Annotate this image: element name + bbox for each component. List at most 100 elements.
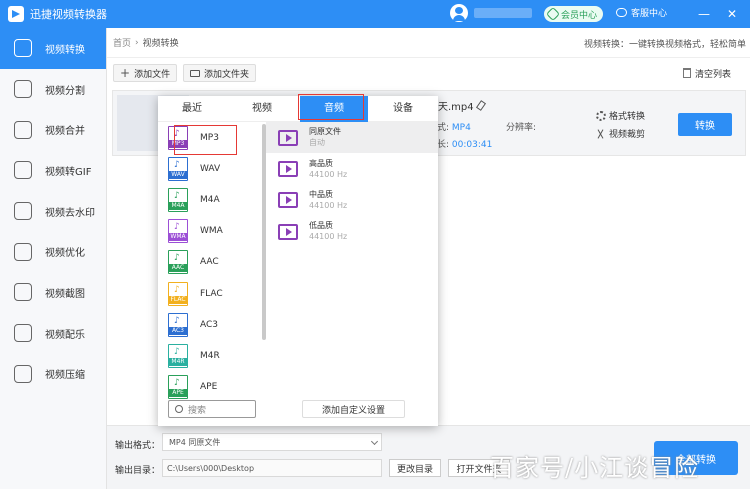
format-label: APE xyxy=(200,382,218,393)
video-crop-label: 视频裁剪 xyxy=(609,130,646,140)
toolbar: + 添加文件 添加文件夹 清空列表 xyxy=(107,58,750,87)
folder-icon xyxy=(190,69,200,77)
tab-recent[interactable]: 最近 xyxy=(162,96,222,122)
gear-icon xyxy=(596,110,606,121)
quality-item[interactable]: 低品质 44100 Hz xyxy=(266,216,438,247)
video-file-icon xyxy=(278,223,298,240)
sidebar-item-label: 视频转GIF xyxy=(45,166,92,178)
search-icon xyxy=(175,405,183,413)
clear-list-button[interactable]: 清空列表 xyxy=(677,64,737,82)
add-custom-setting-button[interactable]: 添加自定义设置 xyxy=(302,400,405,418)
app-logo-icon xyxy=(8,6,24,22)
highlight-audio-tab xyxy=(298,94,364,120)
output-format-value: MP4 同原文件 xyxy=(169,437,221,447)
feature-tip: 视频转换：一键转换视频格式，轻松简单 xyxy=(583,40,746,50)
quality-item[interactable]: 中品质 44100 Hz xyxy=(266,185,438,216)
sidebar-item-video-convert[interactable]: 视频转换 xyxy=(0,28,106,69)
sidebar-item-label: 视频截图 xyxy=(45,288,85,300)
clear-list-label: 清空列表 xyxy=(695,69,732,80)
music-icon xyxy=(14,324,32,343)
merge-icon xyxy=(14,120,32,139)
convert-icon xyxy=(14,39,32,58)
format-label: WMA xyxy=(200,226,223,237)
audio-file-icon: ♪ M4R xyxy=(168,343,188,368)
video-file-icon xyxy=(278,129,298,146)
scissors-icon xyxy=(596,129,606,139)
tab-device[interactable]: 设备 xyxy=(373,96,433,122)
highlight-mp3-item xyxy=(174,125,237,155)
format-value: MP4 xyxy=(451,123,471,133)
tab-video[interactable]: 视频 xyxy=(232,96,292,122)
minimize-button[interactable]: — xyxy=(694,4,714,24)
app-title: 迅捷视频转换器 xyxy=(30,8,107,21)
format-item-flac[interactable]: ♪ FLAC FLAC xyxy=(158,278,265,309)
customer-service-button[interactable]: 客服中心 xyxy=(616,6,667,19)
format-item-ac3[interactable]: ♪ AC3 AC3 xyxy=(158,309,265,340)
sidebar-item-label: 视频合并 xyxy=(45,126,85,138)
quality-item[interactable]: 同原文件 自动 xyxy=(266,122,438,154)
split-icon xyxy=(14,80,32,99)
quality-item[interactable]: 高品质 44100 Hz xyxy=(266,153,438,184)
quality-name: 中品质 xyxy=(309,189,333,199)
sidebar-item-video-music[interactable]: 视频配乐 xyxy=(0,313,106,354)
audio-file-icon: ♪ FLAC xyxy=(168,281,188,306)
sidebar-item-video-split[interactable]: 视频分割 xyxy=(0,69,106,110)
duration-value: 00:03:41 xyxy=(451,140,493,150)
format-item-wma[interactable]: ♪ WMA WMA xyxy=(158,216,265,247)
add-file-label: 添加文件 xyxy=(134,69,171,80)
format-label: M4R xyxy=(200,350,220,361)
avatar-icon[interactable] xyxy=(450,4,468,22)
sidebar-item-video-compress[interactable]: 视频压缩 xyxy=(0,354,106,395)
sidebar-item-video-optimize[interactable]: 视频优化 xyxy=(0,231,106,272)
title-bar: 迅捷视频转换器 会员中心 客服中心 — ✕ xyxy=(0,0,750,28)
plus-icon: + xyxy=(120,66,131,80)
sidebar-item-label: 视频转换 xyxy=(45,44,85,56)
close-button[interactable]: ✕ xyxy=(722,4,742,24)
vip-center-label: 会员中心 xyxy=(561,10,598,21)
format-item-m4a[interactable]: ♪ M4A M4A xyxy=(158,184,265,215)
format-label: AAC xyxy=(200,257,219,268)
audio-file-icon: ♪ M4A xyxy=(168,187,188,212)
format-label: M4A xyxy=(200,194,220,205)
compress-icon xyxy=(14,364,32,383)
format-item-ape[interactable]: ♪ APE APE xyxy=(158,372,265,403)
add-folder-label: 添加文件夹 xyxy=(204,69,250,80)
video-file-icon xyxy=(278,192,298,209)
format-convert-option[interactable]: 格式转换 xyxy=(596,109,645,122)
output-format-select[interactable]: MP4 同原文件 xyxy=(162,433,382,451)
quality-detail: 44100 Hz xyxy=(309,200,348,210)
quality-detail: 44100 Hz xyxy=(309,232,348,242)
format-item-m4r[interactable]: ♪ M4R M4R xyxy=(158,340,265,371)
user-account[interactable] xyxy=(450,4,532,22)
audio-file-icon: ♪ WMA xyxy=(168,219,188,244)
breadcrumb-home[interactable]: 首页 xyxy=(113,36,131,49)
sidebar-item-video-merge[interactable]: 视频合并 xyxy=(0,109,106,150)
sidebar-item-label: 视频分割 xyxy=(45,85,85,97)
convert-button[interactable]: 转换 xyxy=(678,113,732,136)
gif-icon xyxy=(14,161,32,180)
chevron-down-icon xyxy=(370,437,379,446)
format-search-input[interactable]: 搜索 xyxy=(168,400,256,418)
vip-center-button[interactable]: 会员中心 xyxy=(544,6,604,22)
output-dir-field[interactable]: C:\Users\000\Desktop xyxy=(162,459,382,477)
watermark-text: 百家号/小江谈冒险 xyxy=(490,454,700,482)
add-folder-button[interactable]: 添加文件夹 xyxy=(183,64,257,82)
sidebar-item-remove-watermark[interactable]: 视频去水印 xyxy=(0,191,106,232)
video-crop-option[interactable]: 视频裁剪 xyxy=(596,127,645,140)
chat-icon xyxy=(616,8,627,17)
change-dir-button[interactable]: 更改目录 xyxy=(389,459,441,477)
file-resolution: 分辨率: xyxy=(506,123,537,133)
sidebar-item-video-screenshot[interactable]: 视频截图 xyxy=(0,272,106,313)
quality-name: 低品质 xyxy=(309,221,333,231)
quality-detail: 自动 xyxy=(309,138,325,148)
diamond-icon xyxy=(545,6,561,22)
audio-format-list: ♪ MP3 MP3 ♪ WAV WAV ♪ M4A M4A ♪ WMA WMA ♪ AAC AAC ♪ FLAC… xyxy=(158,122,265,400)
sidebar-item-label: 视频压缩 xyxy=(45,370,85,382)
sidebar-item-label: 视频优化 xyxy=(45,248,85,260)
breadcrumb-current: 视频转换 xyxy=(142,39,179,49)
sidebar-item-video-to-gif[interactable]: 视频转GIF xyxy=(0,150,106,191)
quality-name: 高品质 xyxy=(309,158,333,168)
format-item-wav[interactable]: ♪ WAV WAV xyxy=(158,153,265,184)
format-item-aac[interactable]: ♪ AAC AAC xyxy=(158,247,265,278)
add-file-button[interactable]: + 添加文件 xyxy=(113,64,178,82)
